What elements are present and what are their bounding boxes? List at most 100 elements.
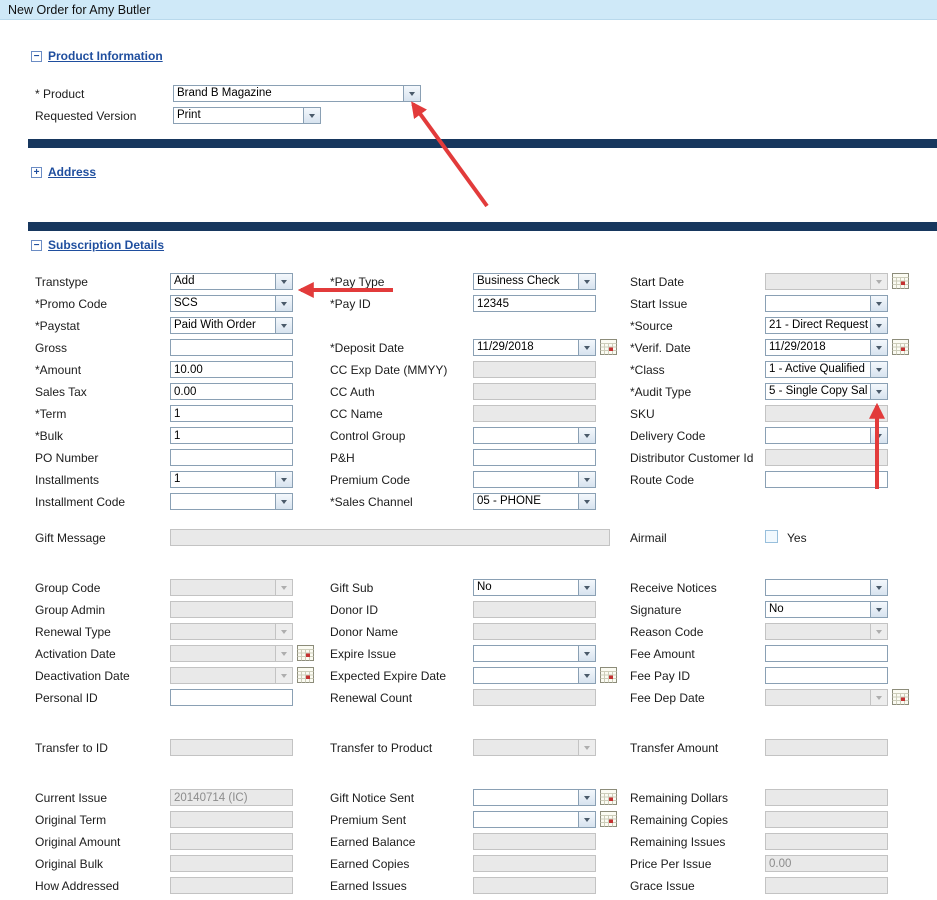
personal-id-input[interactable]: [170, 689, 293, 706]
fee-pay-id-input[interactable]: [765, 667, 888, 684]
requested-version-dropdown-button[interactable]: [303, 108, 320, 123]
address-section-title[interactable]: Address: [48, 165, 96, 179]
transfer-to-id-label: Transfer to ID: [35, 741, 108, 755]
premium-sent-combobox[interactable]: [473, 811, 596, 828]
pay-type-combobox[interactable]: Business Check: [473, 273, 596, 290]
gift-sub-combobox[interactable]: No: [473, 579, 596, 596]
gift-sub-dropdown-button[interactable]: [578, 580, 595, 595]
calendar-icon: [297, 645, 314, 661]
audit-type-dropdown-button[interactable]: [870, 384, 887, 399]
expire-issue-combobox[interactable]: [473, 645, 596, 662]
installments-dropdown-button[interactable]: [275, 472, 292, 487]
product-combobox[interactable]: Brand B Magazine: [173, 85, 421, 102]
sales-tax-input[interactable]: [170, 383, 293, 400]
airmail-checkbox[interactable]: [765, 530, 778, 543]
control-group-dropdown-button[interactable]: [578, 428, 595, 443]
calendar-icon: [600, 667, 617, 683]
gift-notice-sent-calendar-button[interactable]: [600, 789, 617, 805]
installment-code-dropdown-button[interactable]: [275, 494, 292, 509]
verif-date-dropdown-button[interactable]: [870, 340, 887, 355]
source-combobox[interactable]: 21 - Direct Request: [765, 317, 888, 334]
chevron-down-icon: [584, 280, 590, 284]
personal-id-label: Personal ID: [35, 691, 98, 705]
product-dropdown-button[interactable]: [403, 86, 420, 101]
start-issue-combobox[interactable]: [765, 295, 888, 312]
promo-code-combobox[interactable]: SCS: [170, 295, 293, 312]
gross-input[interactable]: [170, 339, 293, 356]
premium-code-combobox[interactable]: [473, 471, 596, 488]
installments-combobox[interactable]: 1: [170, 471, 293, 488]
transtype-dropdown-button[interactable]: [275, 274, 292, 289]
chevron-down-icon: [584, 652, 590, 656]
deposit-date-combobox[interactable]: 11/29/2018: [473, 339, 596, 356]
product-information-section-title[interactable]: Product Information: [48, 49, 163, 63]
verif-date-combobox[interactable]: 11/29/2018: [765, 339, 888, 356]
fee-amount-input[interactable]: [765, 645, 888, 662]
p-and-h-input[interactable]: [473, 449, 596, 466]
distributor-customer-id-input: [765, 449, 888, 466]
expected-expire-date-calendar-button[interactable]: [600, 667, 617, 683]
remaining-issues-input: [765, 833, 888, 850]
gift-notice-sent-dropdown-button[interactable]: [578, 790, 595, 805]
delivery-code-dropdown-button[interactable]: [870, 428, 887, 443]
pay-type-dropdown-button[interactable]: [578, 274, 595, 289]
requested-version-combobox[interactable]: Print: [173, 107, 321, 124]
sales-channel-dropdown-button[interactable]: [578, 494, 595, 509]
sku-input: [765, 405, 888, 422]
bulk-input[interactable]: [170, 427, 293, 444]
signature-label: Signature: [630, 603, 681, 617]
expected-expire-date-dropdown-button[interactable]: [578, 668, 595, 683]
expire-issue-dropdown-button[interactable]: [578, 646, 595, 661]
reason-code-combobox: [765, 623, 888, 640]
expected-expire-date-combobox[interactable]: [473, 667, 596, 684]
product-information-collapse-toggle[interactable]: −: [31, 51, 42, 62]
gift-notice-sent-label: Gift Notice Sent: [330, 791, 414, 805]
subscription-details-section-title[interactable]: Subscription Details: [48, 238, 164, 252]
start-issue-dropdown-button[interactable]: [870, 296, 887, 311]
deposit-date-calendar-button[interactable]: [600, 339, 617, 355]
premium-sent-dropdown-button[interactable]: [578, 812, 595, 827]
receive-notices-dropdown-button[interactable]: [870, 580, 887, 595]
deposit-date-dropdown-button[interactable]: [578, 340, 595, 355]
transfer-to-product-label: Transfer to Product: [330, 741, 432, 755]
signature-combobox[interactable]: No: [765, 601, 888, 618]
gift-notice-sent-combobox[interactable]: [473, 789, 596, 806]
fee-amount-label: Fee Amount: [630, 647, 695, 661]
transtype-label: Transtype: [35, 275, 88, 289]
installment-code-combobox[interactable]: [170, 493, 293, 510]
signature-dropdown-button[interactable]: [870, 602, 887, 617]
premium-code-dropdown-button[interactable]: [578, 472, 595, 487]
pay-id-input[interactable]: [473, 295, 596, 312]
product-value: Brand B Magazine: [174, 86, 403, 101]
delivery-code-combobox[interactable]: [765, 427, 888, 444]
calendar-icon: [600, 789, 617, 805]
address-collapse-toggle[interactable]: +: [31, 167, 42, 178]
po-number-input[interactable]: [170, 449, 293, 466]
paystat-combobox[interactable]: Paid With Order: [170, 317, 293, 334]
sales-channel-combobox[interactable]: 05 - PHONE: [473, 493, 596, 510]
paystat-dropdown-button[interactable]: [275, 318, 292, 333]
cc-name-input: [473, 405, 596, 422]
renewal-type-value: [171, 624, 275, 639]
transtype-combobox[interactable]: Add: [170, 273, 293, 290]
fee-dep-date-label: Fee Dep Date: [630, 691, 705, 705]
how-addressed-input: [170, 877, 293, 894]
control-group-label: Control Group: [330, 429, 405, 443]
source-dropdown-button[interactable]: [870, 318, 887, 333]
audit-type-combobox[interactable]: 5 - Single Copy Sal: [765, 383, 888, 400]
class-combobox[interactable]: 1 - Active Qualified: [765, 361, 888, 378]
route-code-input[interactable]: [765, 471, 888, 488]
amount-input[interactable]: [170, 361, 293, 378]
premium-sent-calendar-button[interactable]: [600, 811, 617, 827]
pay-type-value: Business Check: [474, 274, 578, 289]
class-dropdown-button[interactable]: [870, 362, 887, 377]
chevron-down-icon: [876, 586, 882, 590]
promo-code-dropdown-button[interactable]: [275, 296, 292, 311]
sku-label: SKU: [630, 407, 655, 421]
term-input[interactable]: [170, 405, 293, 422]
receive-notices-combobox[interactable]: [765, 579, 888, 596]
activation-date-value: [171, 646, 275, 661]
verif-date-calendar-button[interactable]: [892, 339, 909, 355]
subscription-details-collapse-toggle[interactable]: −: [31, 240, 42, 251]
control-group-combobox[interactable]: [473, 427, 596, 444]
